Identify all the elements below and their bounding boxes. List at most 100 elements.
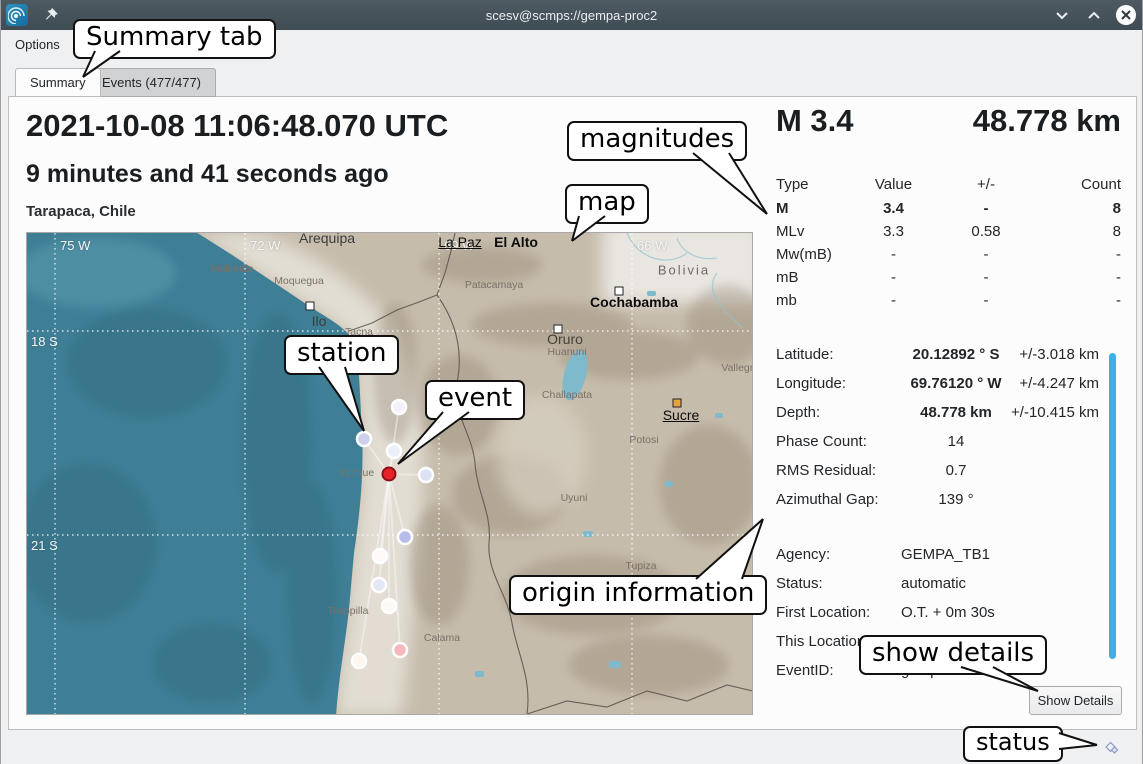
station-marker[interactable] (357, 432, 371, 446)
magnitude-value: - (846, 292, 941, 309)
menu-options[interactable]: Options (15, 37, 60, 52)
origin-value: 14 (901, 433, 1011, 450)
origin-uncertainty: +/-3.018 km (1011, 346, 1099, 363)
magnitude-row[interactable]: M3.4-8 (776, 197, 1121, 220)
city-label: Patacamaya (465, 279, 523, 291)
magnitude-value: - (846, 269, 941, 286)
col-value: Value (846, 176, 941, 193)
minimize-icon[interactable] (1052, 5, 1072, 25)
station-marker[interactable] (392, 400, 406, 414)
origin-uncertainty: +/-4.247 km (1011, 375, 1099, 392)
elapsed-time: 9 minutes and 41 seconds ago (26, 160, 389, 189)
event-marker[interactable] (383, 468, 396, 481)
event-info-row: Agency:GEMPA_TB1 (776, 540, 1099, 569)
grid-label: 75 W (60, 238, 90, 253)
annotation-event: event (425, 380, 525, 420)
magnitude-value: - (846, 246, 941, 263)
info-value: O.T. + 0m 30s (901, 604, 1099, 621)
magnitude-value: 3.4 (846, 200, 941, 217)
application-window: scesv@scmps://gempa-proc2 Options Summar… (0, 0, 1143, 764)
region-name: Tarapaca, Chile (26, 203, 136, 220)
grid-label: 72 W (250, 238, 280, 253)
preferred-magnitude: M 3.4 (776, 103, 854, 139)
magnitude-row[interactable]: MLv3.30.588 (776, 220, 1121, 243)
grid-label: 18 S (31, 334, 58, 349)
city-marker (306, 302, 315, 311)
info-value: GEMPA_TB1 (901, 546, 1099, 563)
station-marker[interactable] (382, 599, 396, 613)
city-label: Bolivia (658, 263, 710, 278)
info-value: automatic (901, 575, 1099, 592)
magnitude-count: - (1031, 246, 1121, 263)
info-label: Status: (776, 575, 901, 592)
magnitude-type: MLv (776, 223, 846, 240)
city-label: Potosi (629, 434, 658, 446)
annotation-summary-tab: Summary tab (73, 19, 276, 59)
origin-time: 2021-10-08 11:06:48.070 UTC (26, 108, 448, 144)
city-label: Challapata (542, 389, 592, 401)
magnitude-count: - (1031, 269, 1121, 286)
city-label: Vallegrande (721, 362, 753, 374)
magnitude-type: mb (776, 292, 846, 309)
magnitude-row[interactable]: mb--- (776, 289, 1121, 312)
magnitude-table-header: Type Value +/- Count (776, 172, 1121, 197)
origin-row: Azimuthal Gap:139 ° (776, 485, 1099, 514)
origin-label: Longitude: (776, 375, 901, 392)
origin-uncertainty: +/-10.415 km (1011, 404, 1099, 421)
city-label: Tupiza (625, 560, 656, 572)
origin-label: Latitude: (776, 346, 901, 363)
magnitude-uncertainty: - (941, 200, 1031, 217)
magnitude-table: Type Value +/- Count M3.4-8MLv3.30.588Mw… (776, 172, 1121, 312)
station-marker[interactable] (387, 444, 401, 458)
magnitude-row[interactable]: mB--- (776, 266, 1121, 289)
origin-value: 0.7 (901, 462, 1011, 479)
city-label: Sucre (663, 407, 700, 423)
event-info-row: First Location:O.T. + 0m 30s (776, 598, 1099, 627)
station-marker[interactable] (398, 530, 412, 544)
maximize-icon[interactable] (1084, 5, 1104, 25)
tab-summary[interactable]: Summary (15, 68, 101, 97)
magnitude-uncertainty: 0.58 (941, 223, 1031, 240)
show-details-button[interactable]: Show Details (1029, 686, 1122, 715)
annotation-origin-information: origin information (509, 575, 767, 615)
scrollbar[interactable] (1109, 353, 1116, 659)
station-marker[interactable] (419, 468, 433, 482)
station-marker[interactable] (373, 549, 387, 563)
info-label: First Location: (776, 604, 901, 621)
event-info-row: Status:automatic (776, 569, 1099, 598)
magnitude-type: mB (776, 269, 846, 286)
tab-events[interactable]: Events (477/477) (87, 68, 216, 97)
origin-value: 139 ° (901, 491, 1011, 508)
origin-row: Longitude:69.76120 ° W+/-4.247 km (776, 369, 1099, 398)
annotation-station: station (284, 335, 399, 375)
magnitude-row[interactable]: Mw(mB)--- (776, 243, 1121, 266)
city-label: Ilo (312, 313, 327, 329)
connection-status-icon[interactable] (1102, 739, 1120, 757)
origin-value: 20.12892 ° S (901, 346, 1011, 363)
station-marker[interactable] (352, 654, 366, 668)
close-icon[interactable] (1116, 5, 1136, 25)
magnitude-type: M (776, 200, 846, 217)
origin-value: 69.76120 ° W (901, 375, 1011, 392)
origin-row: Phase Count:14 (776, 427, 1099, 456)
col-uncertainty: +/- (941, 176, 1031, 193)
origin-label: Depth: (776, 404, 901, 421)
city-label: El Alto (494, 234, 538, 250)
map[interactable]: 75 W72 W69 W66 W18 S21 SArequipaMollendo… (26, 232, 753, 715)
annotation-map: map (565, 184, 649, 224)
headline: M 3.4 48.778 km (776, 103, 1121, 139)
magnitude-count: 8 (1031, 223, 1121, 240)
info-label: Agency: (776, 546, 901, 563)
magnitude-uncertainty: - (941, 269, 1031, 286)
origin-row: RMS Residual:0.7 (776, 456, 1099, 485)
station-marker[interactable] (393, 643, 407, 657)
city-label: Moquegua (274, 275, 324, 287)
magnitude-value: 3.3 (846, 223, 941, 240)
city-label: Uyuni (561, 492, 588, 504)
annotation-magnitudes: magnitudes (567, 121, 747, 161)
magnitude-uncertainty: - (941, 246, 1031, 263)
grid-label: 66 W (637, 238, 667, 253)
magnitude-type: Mw(mB) (776, 246, 846, 263)
origin-value: 48.778 km (901, 404, 1011, 421)
station-marker[interactable] (372, 578, 386, 592)
